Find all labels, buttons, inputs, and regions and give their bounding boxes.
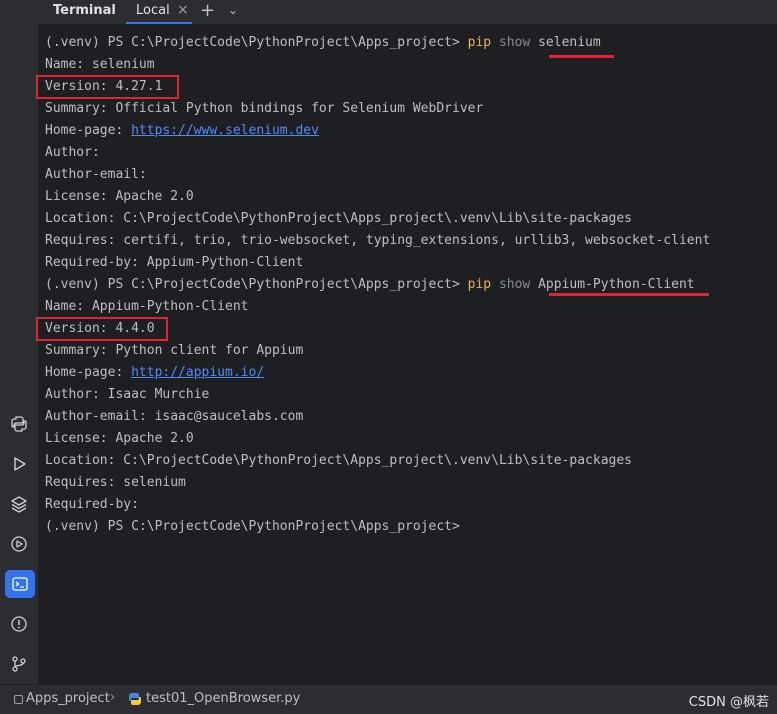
output-line: License: Apache 2.0 [45, 431, 194, 446]
layers-icon[interactable] [7, 492, 31, 516]
command-arg: selenium [538, 35, 601, 50]
output-line: Version: 4.4.0 [45, 321, 155, 336]
output-line: Summary: Python client for Appium [45, 343, 304, 358]
command-line: (.venv) PS C:\ProjectCode\PythonProject\… [45, 519, 460, 534]
git-icon[interactable] [7, 652, 31, 676]
output-line: Author-email: [45, 167, 147, 182]
tab-local[interactable]: Local × [126, 0, 192, 24]
close-icon[interactable]: × [177, 2, 189, 18]
command-arg: Appium-Python-Client [538, 277, 695, 292]
output-line: Required-by: [45, 497, 139, 512]
prompt: (.venv) PS C:\ProjectCode\PythonProject\… [45, 277, 468, 292]
breadcrumb-project[interactable]: Apps_project [26, 691, 110, 706]
prompt: (.venv) PS C:\ProjectCode\PythonProject\… [45, 35, 468, 50]
output-line: Name: selenium [45, 57, 155, 72]
command-line: (.venv) PS C:\ProjectCode\PythonProject\… [45, 33, 710, 55]
homepage-label: Home-page: [45, 365, 132, 380]
breadcrumb-file[interactable]: test01_OpenBrowser.py [146, 691, 300, 706]
output-line: License: Apache 2.0 [45, 189, 194, 204]
output-line: Version: 4.27.1 [45, 79, 163, 94]
terminal-output[interactable]: (.venv) PS C:\ProjectCode\PythonProject\… [45, 33, 710, 539]
output-line: Location: C:\ProjectCode\PythonProject\A… [45, 211, 632, 226]
output-line: Location: C:\ProjectCode\PythonProject\A… [45, 453, 632, 468]
output-line: Summary: Official Python bindings for Se… [45, 101, 484, 116]
homepage-link[interactable]: http://appium.io/ [131, 365, 264, 380]
python-console-icon[interactable] [7, 412, 31, 436]
output-line: Home-page: https://www.selenium.dev [45, 121, 710, 143]
run-icon[interactable] [7, 452, 31, 476]
services-icon[interactable] [7, 532, 31, 556]
homepage-link[interactable]: https://www.selenium.dev [131, 123, 319, 138]
output-line: Author: [45, 145, 100, 160]
command-show: show [498, 35, 531, 50]
output-line: Home-page: http://appium.io/ [45, 363, 710, 385]
tab-label: Local [136, 3, 170, 18]
chevron-down-icon[interactable]: ⌄ [228, 3, 238, 17]
homepage-label: Home-page: [45, 123, 132, 138]
panel-title: Terminal [53, 3, 116, 18]
output-line: Requires: selenium [45, 475, 186, 490]
chevron-right-icon: › [110, 690, 116, 705]
status-bar: Apps_project › test01_OpenBrowser.py CSD… [0, 684, 777, 714]
python-file-icon [128, 692, 142, 710]
problems-icon[interactable] [7, 612, 31, 636]
command-show: show [498, 277, 531, 292]
terminal-icon[interactable] [5, 570, 35, 598]
project-icon [14, 695, 23, 704]
add-tab-icon[interactable]: + [200, 0, 215, 21]
terminal-header: Terminal Local × + ⌄ [38, 0, 777, 24]
command-pip: pip [467, 277, 492, 292]
output-line: Author-email: isaac@saucelabs.com [45, 409, 304, 424]
command-line: (.venv) PS C:\ProjectCode\PythonProject\… [45, 275, 710, 297]
output-line: Requires: certifi, trio, trio-websocket,… [45, 233, 711, 248]
tool-window-sidebar [0, 0, 39, 685]
output-line: Name: Appium-Python-Client [45, 299, 249, 314]
active-tab-indicator [126, 22, 192, 24]
output-line: Required-by: Appium-Python-Client [45, 255, 304, 270]
command-pip: pip [467, 35, 492, 50]
output-line: Author: Isaac Murchie [45, 387, 210, 402]
watermark: CSDN @枫若 [688, 695, 769, 710]
